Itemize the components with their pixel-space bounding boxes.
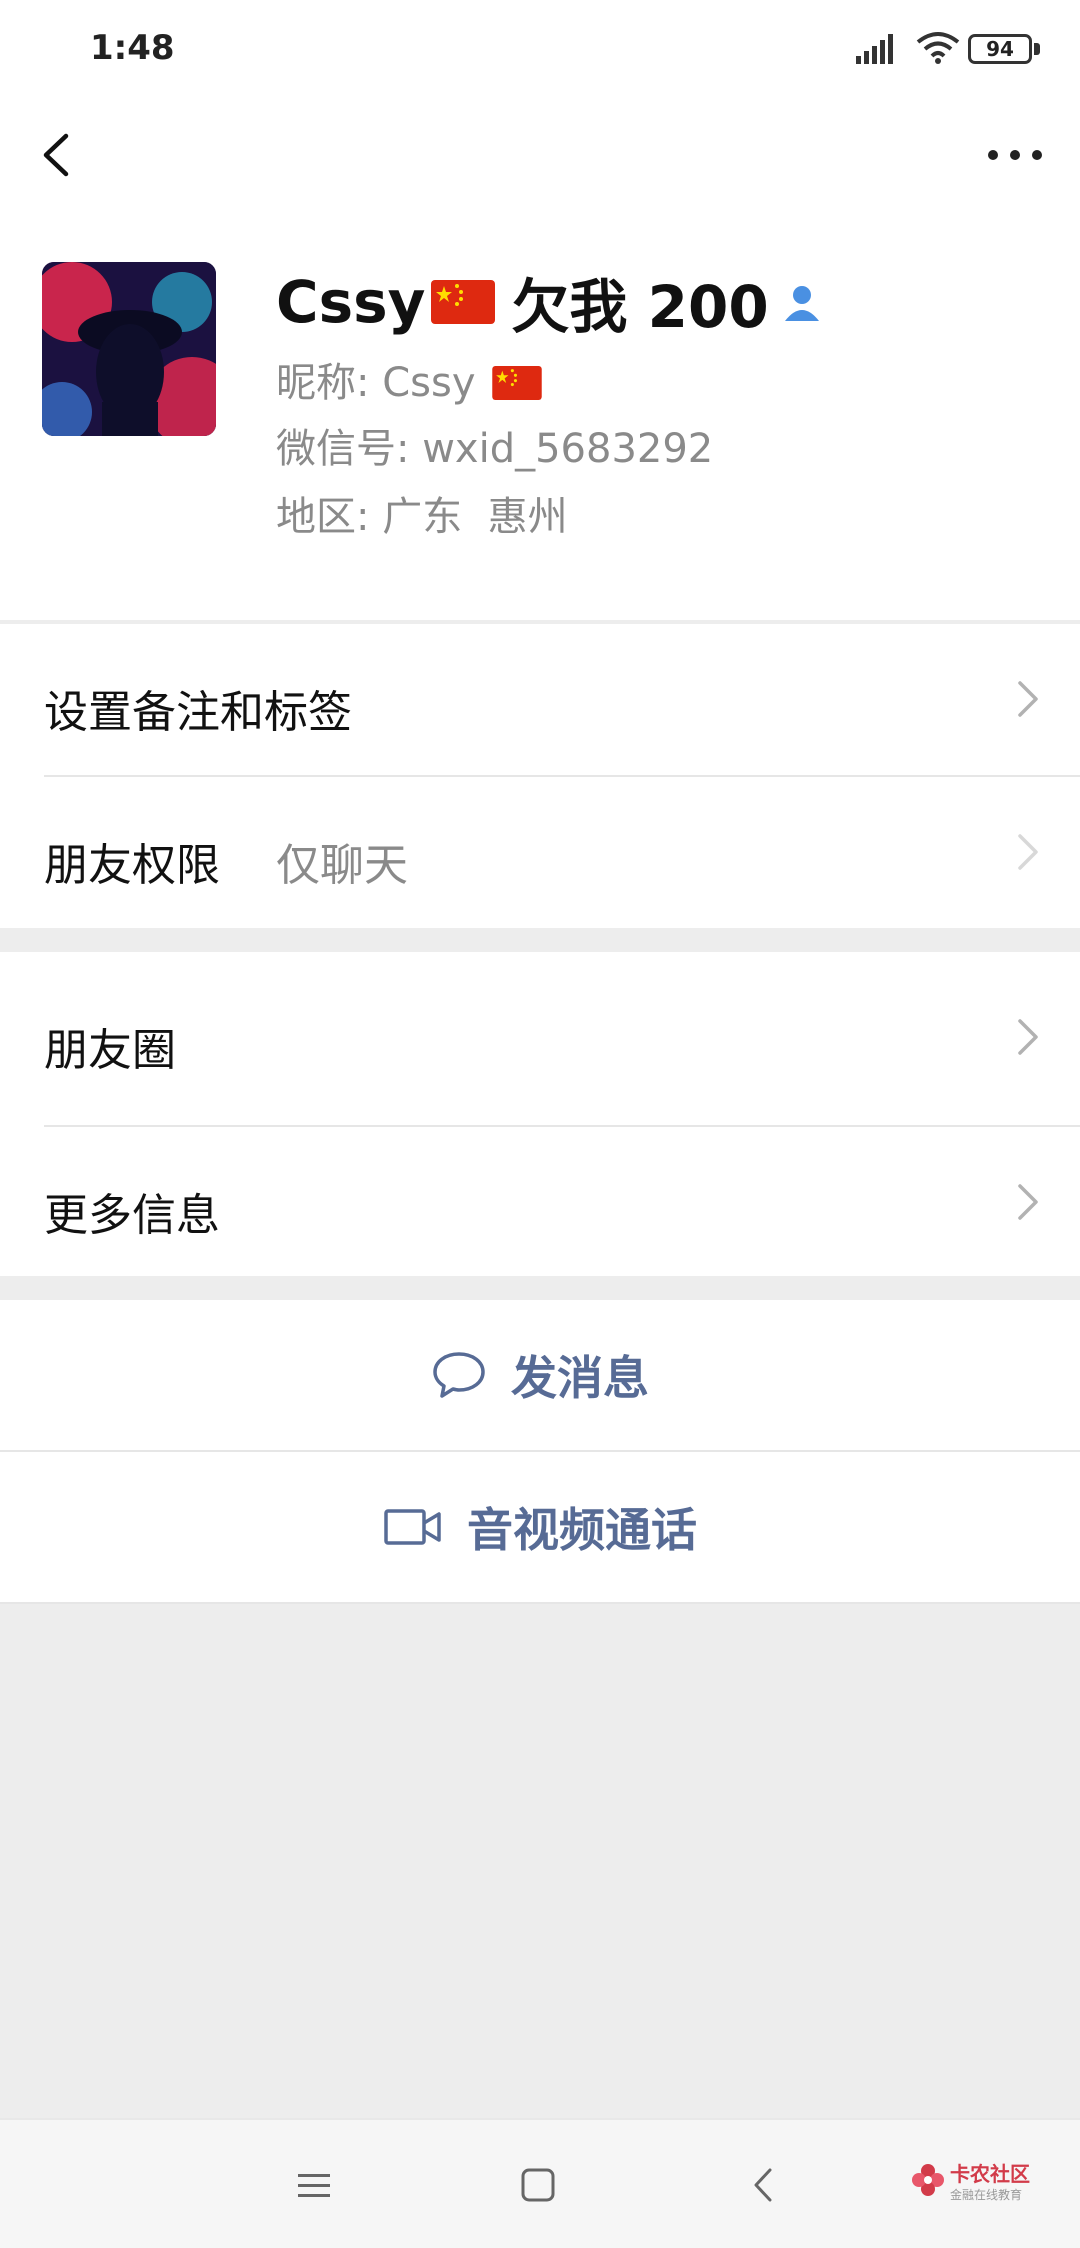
info-section: 朋友圈 更多信息	[0, 952, 1080, 1276]
friend-permission-label: 朋友权限	[44, 840, 220, 891]
avatar[interactable]	[42, 262, 216, 436]
chevron-right-icon	[1018, 1184, 1038, 1220]
region-label: 地区:	[276, 494, 370, 540]
wifi-icon	[916, 32, 960, 64]
avatar-image	[42, 262, 216, 436]
display-name-text: Cssy	[276, 268, 426, 336]
chevron-right-icon	[1018, 681, 1038, 717]
chevron-right-icon	[1018, 1019, 1038, 1055]
system-nav-bar: 卡农社区 金融在线教育	[0, 2118, 1080, 2248]
display-name-suffix: 欠我 200	[511, 273, 769, 341]
watermark-title: 卡农社区	[950, 2162, 1030, 2186]
china-flag-icon	[492, 366, 542, 400]
signal-icon	[856, 34, 893, 64]
moments-row[interactable]: 朋友圈	[0, 962, 1080, 1122]
set-remark-row[interactable]: 设置备注和标签	[0, 624, 1080, 774]
more-info-row[interactable]: 更多信息	[0, 1127, 1080, 1277]
send-message-label: 发消息	[511, 1351, 649, 1405]
battery-level: 94	[986, 37, 1014, 61]
watermark-subtitle: 金融在线教育	[950, 2188, 1023, 2202]
nickname-value: Cssy	[382, 360, 476, 406]
status-bar: 1:48 94	[0, 0, 1080, 100]
nav-back-icon[interactable]	[734, 2160, 794, 2210]
chevron-right-icon	[1018, 834, 1038, 870]
more-info-label: 更多信息	[44, 1190, 220, 1241]
person-verified-icon	[784, 286, 819, 321]
friend-permission-row[interactable]: 朋友权限 仅聊天	[0, 777, 1080, 927]
profile-header: Cssy 欠我 200 昵称: Cssy 微信号: wxid_5683292 地…	[0, 100, 1080, 620]
moments-label: 朋友圈	[44, 1025, 176, 1076]
divider	[0, 1602, 1080, 1604]
video-call-label: 音视频通话	[467, 1503, 697, 1557]
status-time: 1:48	[90, 28, 175, 68]
china-flag-icon	[431, 280, 496, 324]
video-camera-icon	[384, 1509, 441, 1545]
battery-indicator: 94	[968, 34, 1032, 64]
home-icon[interactable]	[508, 2160, 568, 2210]
more-icon[interactable]	[980, 130, 1050, 180]
menu-icon[interactable]	[284, 2160, 344, 2210]
settings-section: 设置备注和标签 朋友权限 仅聊天	[0, 624, 1080, 928]
display-name: Cssy 欠我 200	[276, 260, 823, 344]
friend-permission-value: 仅聊天	[276, 840, 408, 891]
region-line: 地区: 广东 惠州	[276, 484, 568, 542]
region-value: 广东 惠州	[382, 494, 568, 540]
watermark-logo: 卡农社区 金融在线教育	[910, 2156, 1040, 2216]
video-call-button[interactable]: 音视频通话	[0, 1452, 1080, 1602]
flower-logo-icon	[912, 2164, 944, 2196]
nickname-line: 昵称: Cssy	[276, 350, 542, 408]
chat-bubble-icon	[433, 1352, 485, 1398]
wechat-id-value: wxid_5683292	[422, 426, 714, 472]
send-message-button[interactable]: 发消息	[0, 1300, 1080, 1450]
wechat-id-line: 微信号: wxid_5683292	[276, 416, 713, 474]
back-icon[interactable]	[30, 120, 90, 190]
wechat-id-label: 微信号:	[276, 426, 410, 472]
nickname-label: 昵称:	[276, 360, 370, 406]
set-remark-label: 设置备注和标签	[44, 687, 352, 738]
battery-tip	[1034, 43, 1040, 55]
